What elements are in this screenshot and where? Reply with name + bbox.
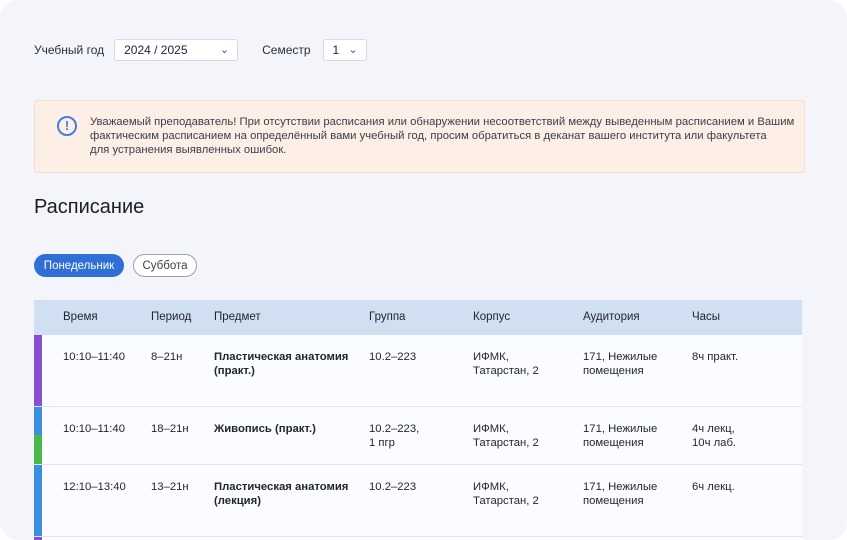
cell-room: 171, Нежилые помещения xyxy=(583,480,657,508)
cell-time: 12:10–13:40 xyxy=(63,481,126,493)
subject-line: (практ.) xyxy=(214,365,255,377)
cell-time: 10:10–11:40 xyxy=(63,423,125,435)
building-line: Татарстан, 2 xyxy=(473,365,539,377)
semester-label: Семестр xyxy=(262,43,311,57)
subject-line: Живопись (практ.) xyxy=(214,423,316,435)
hours-line: 4ч лекц, xyxy=(692,423,735,435)
header-time: Время xyxy=(63,311,98,323)
semester-select[interactable]: 1 ⌄ xyxy=(322,39,367,61)
tab-saturday[interactable]: Суббота xyxy=(133,254,197,277)
group-line: 10.2–223 xyxy=(369,481,417,493)
cell-period: 8–21н xyxy=(151,351,183,363)
room-line: помещения xyxy=(583,437,644,449)
cell-room: 171, Нежилые помещения xyxy=(583,350,657,378)
notice-alert: ! Уважаемый преподаватель! При отсутстви… xyxy=(34,100,805,173)
building-line: ИФМК, xyxy=(473,423,509,435)
cell-subject: Живопись (практ.) xyxy=(214,422,316,436)
room-line: помещения xyxy=(583,495,644,507)
cell-hours: 8ч практ. xyxy=(692,350,738,364)
row-color-bar xyxy=(34,435,42,464)
cell-group: 10.2–223 xyxy=(369,480,416,494)
building-line: ИФМК, xyxy=(473,351,509,363)
tab-monday[interactable]: Понедельник xyxy=(34,254,124,277)
cell-period: 13–21н xyxy=(151,481,189,493)
notice-line: для устранения выявленных ошибок. xyxy=(90,144,287,156)
cell-time: 10:10–11:40 xyxy=(63,351,125,363)
day-tabs: Понедельник Суббота xyxy=(34,254,197,277)
subject-line: Пластическая анатомия xyxy=(214,481,349,493)
info-icon: ! xyxy=(57,116,77,136)
notice-line: Уважаемый преподаватель! При отсутствии … xyxy=(90,116,795,128)
header-room: Аудитория xyxy=(583,311,640,323)
page-title: Расписание xyxy=(34,196,145,218)
year-value: 2024 / 2025 xyxy=(124,43,188,57)
year-label: Учебный год xyxy=(34,43,105,57)
group-line: 10.2–223 xyxy=(369,351,417,363)
header-period: Период xyxy=(151,311,192,323)
building-line: Татарстан, 2 xyxy=(473,495,539,507)
hours-line: 8ч практ. xyxy=(692,351,739,363)
row-color-bar xyxy=(34,407,42,435)
cell-subject: Пластическая анатомия (лекция) xyxy=(214,480,348,508)
room-line: 171, Нежилые xyxy=(583,423,658,435)
building-line: ИФМК, xyxy=(473,481,509,493)
subject-line: (лекция) xyxy=(214,495,261,507)
cell-room: 171, Нежилые помещения xyxy=(583,422,657,450)
notice-text: Уважаемый преподаватель! При отсутствии … xyxy=(90,115,795,157)
room-line: 171, Нежилые xyxy=(583,351,658,363)
header-group: Группа xyxy=(369,311,406,323)
cell-building: ИФМК, Татарстан, 2 xyxy=(473,480,539,508)
notice-line: фактическим расписанием на определённый … xyxy=(90,130,767,142)
building-line: Татарстан, 2 xyxy=(473,437,539,449)
chevron-down-icon: ⌄ xyxy=(219,44,230,56)
cell-group: 10.2–223, 1 пгр xyxy=(369,422,419,450)
subject-line: Пластическая анатомия xyxy=(214,351,349,363)
table-row[interactable]: 10:10–11:40 8–21н Пластическая анатомия … xyxy=(34,335,802,407)
year-select[interactable]: 2024 / 2025 ⌄ xyxy=(114,39,239,61)
header-building: Корпус xyxy=(473,311,511,323)
row-color-bar xyxy=(34,465,42,536)
room-line: помещения xyxy=(583,365,644,377)
cell-building: ИФМК, Татарстан, 2 xyxy=(473,350,539,378)
app-frame: Учебный год 2024 / 2025 ⌄ Семестр 1 ⌄ ! … xyxy=(0,0,847,540)
table-row[interactable]: 10:10–11:40 18–21н Живопись (практ.) 10.… xyxy=(34,407,802,465)
chevron-down-icon: ⌄ xyxy=(348,44,358,56)
header-subject: Предмет xyxy=(214,311,261,323)
cell-subject: Пластическая анатомия (практ.) xyxy=(214,350,348,378)
group-line: 1 пгр xyxy=(369,437,395,449)
room-line: 171, Нежилые xyxy=(583,481,658,493)
row-color-bar xyxy=(34,335,42,406)
cell-period: 18–21н xyxy=(151,423,189,435)
table-row[interactable]: 12:10–13:40 13–21н Пластическая анатомия… xyxy=(34,465,802,537)
cell-group: 10.2–223 xyxy=(369,350,416,364)
schedule-table: Время Период Предмет Группа Корпус Аудит… xyxy=(34,300,802,540)
cell-hours: 6ч лекц. xyxy=(692,480,735,494)
filters-bar: Учебный год 2024 / 2025 ⌄ Семестр 1 ⌄ xyxy=(34,39,367,61)
semester-value: 1 xyxy=(332,43,340,57)
hours-line: 6ч лекц. xyxy=(692,481,735,493)
table-header: Время Период Предмет Группа Корпус Аудит… xyxy=(34,300,802,335)
cell-hours: 4ч лекц, 10ч лаб. xyxy=(692,422,736,450)
header-hours: Часы xyxy=(692,311,721,323)
group-line: 10.2–223, xyxy=(369,423,420,435)
cell-building: ИФМК, Татарстан, 2 xyxy=(473,422,539,450)
hours-line: 10ч лаб. xyxy=(692,437,737,449)
